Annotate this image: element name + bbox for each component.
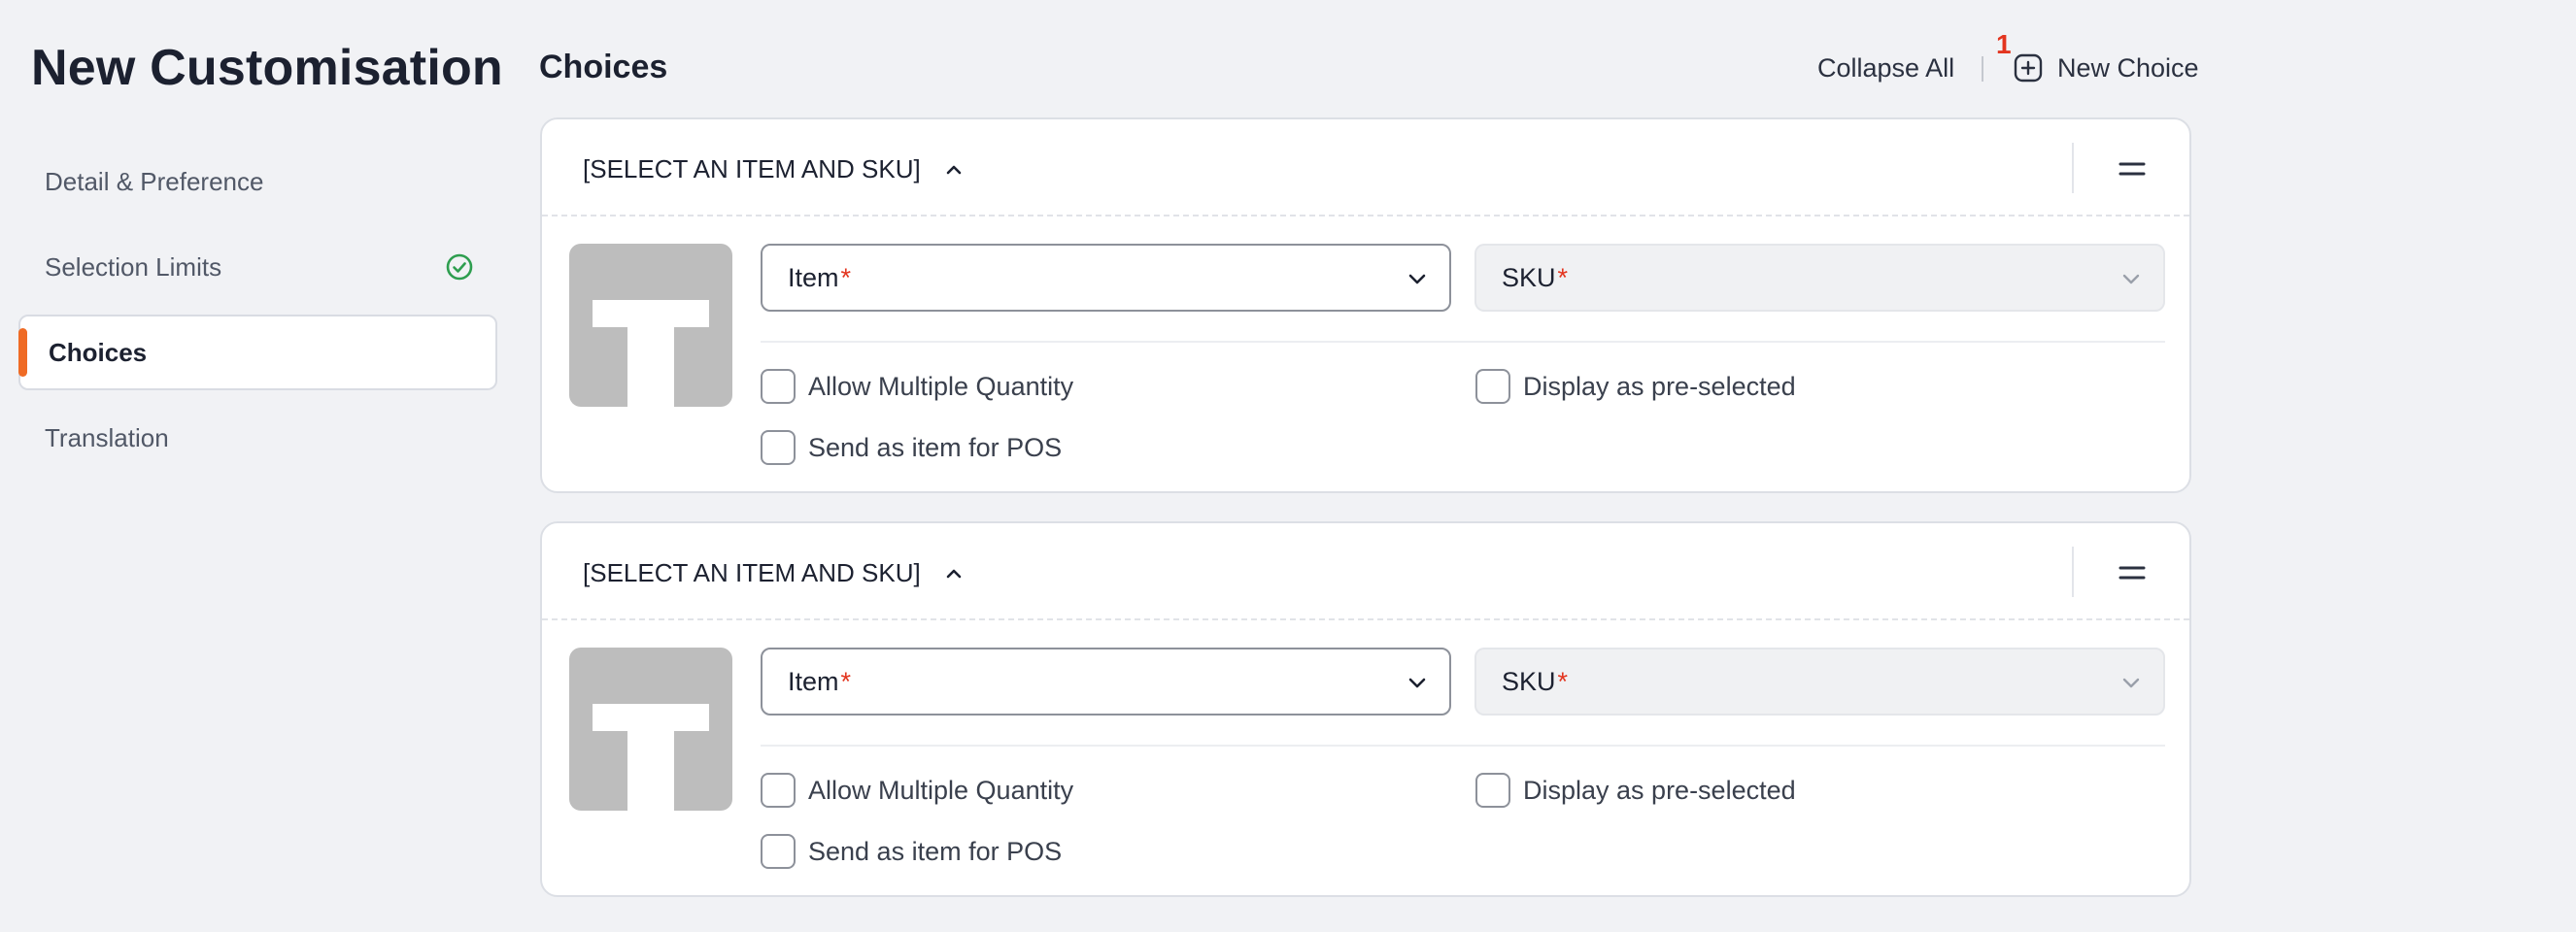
- sidebar: New Customisation Detail & Preference Se…: [0, 0, 515, 932]
- thumbnail-placeholder-icon: [593, 704, 709, 811]
- sku-select[interactable]: SKU *: [1474, 244, 2165, 312]
- sku-select-label: SKU: [1502, 262, 1556, 292]
- plus-square-icon: [2014, 53, 2043, 83]
- display-preselected-checkbox[interactable]: Display as pre-selected: [1475, 369, 1796, 404]
- chevron-down-icon: [2122, 274, 2140, 284]
- checkbox-label: Allow Multiple Quantity: [808, 775, 1074, 805]
- choice-card-header: [SELECT AN ITEM AND SKU]: [542, 119, 2189, 216]
- send-as-item-for-pos-checkbox[interactable]: Send as item for POS: [761, 834, 1062, 869]
- header-divider: [2072, 143, 2074, 193]
- checkbox-box[interactable]: [1475, 369, 1510, 404]
- checkbox-box[interactable]: [1475, 773, 1510, 808]
- required-mark: *: [1557, 666, 1569, 696]
- sidebar-item-label: Choices: [49, 337, 148, 367]
- collapse-all-button[interactable]: Collapse All: [1817, 53, 1954, 83]
- sidebar-item-translation[interactable]: Translation: [18, 400, 497, 476]
- section-title: Choices: [539, 49, 668, 85]
- sidebar-item-label: Detail & Preference: [45, 166, 264, 196]
- checkbox-label: Send as item for POS: [808, 432, 1063, 462]
- required-mark: *: [840, 666, 852, 696]
- sidebar-item-selection-limits[interactable]: Selection Limits: [18, 229, 497, 305]
- divider: [761, 341, 2165, 343]
- checkbox-box[interactable]: [761, 834, 796, 869]
- sidebar-item-label: Selection Limits: [45, 251, 222, 282]
- checkbox-label: Display as pre-selected: [1523, 371, 1796, 401]
- item-select-label: Item: [788, 262, 839, 292]
- thumbnail-placeholder-icon: [593, 300, 709, 407]
- sidebar-item-detail-preference[interactable]: Detail & Preference: [18, 144, 497, 219]
- item-select-label: Item: [788, 666, 839, 696]
- display-preselected-checkbox[interactable]: Display as pre-selected: [1475, 773, 1796, 808]
- header-divider: [1982, 56, 1983, 82]
- allow-multiple-quantity-checkbox[interactable]: Allow Multiple Quantity: [761, 369, 1073, 404]
- choice-title: [SELECT AN ITEM AND SKU]: [583, 154, 921, 183]
- choice-card: [SELECT AN ITEM AND SKU] Item * SKU * Allo…: [540, 117, 2191, 493]
- send-as-item-for-pos-checkbox[interactable]: Send as item for POS: [761, 430, 1062, 465]
- header-divider: [2072, 547, 2074, 597]
- divider: [761, 745, 2165, 747]
- sidebar-nav: Detail & Preference Selection Limits Cho…: [18, 144, 497, 485]
- item-select[interactable]: Item *: [761, 244, 1451, 312]
- choice-card: [SELECT AN ITEM AND SKU] Item * SKU * Allo…: [540, 521, 2191, 897]
- choice-card-header: [SELECT AN ITEM AND SKU]: [542, 523, 2189, 620]
- choice-title: [SELECT AN ITEM AND SKU]: [583, 558, 921, 587]
- item-thumbnail: [569, 648, 732, 811]
- annotation-marker: 1: [1996, 29, 2012, 59]
- sku-select-label: SKU: [1502, 666, 1556, 696]
- checkbox-box[interactable]: [761, 430, 796, 465]
- drag-handle-icon[interactable]: [2116, 556, 2149, 589]
- choice-collapse-toggle[interactable]: [SELECT AN ITEM AND SKU]: [583, 154, 966, 184]
- chevron-up-icon: [946, 165, 962, 174]
- chevron-down-icon: [2122, 678, 2140, 688]
- drag-handle-icon[interactable]: [2116, 152, 2149, 185]
- checkbox-label: Send as item for POS: [808, 836, 1063, 866]
- required-mark: *: [1557, 262, 1569, 292]
- new-choice-label: New Choice: [2057, 52, 2199, 83]
- page-title: New Customisation: [31, 40, 503, 96]
- sku-select[interactable]: SKU *: [1474, 648, 2165, 716]
- checkbox-label: Display as pre-selected: [1523, 775, 1796, 805]
- allow-multiple-quantity-checkbox[interactable]: Allow Multiple Quantity: [761, 773, 1073, 808]
- chevron-down-icon: [1408, 274, 1426, 284]
- chevron-up-icon: [946, 569, 962, 578]
- item-select[interactable]: Item *: [761, 648, 1451, 716]
- new-choice-button[interactable]: New Choice: [2013, 50, 2199, 85]
- checkbox-box[interactable]: [761, 773, 796, 808]
- choice-collapse-toggle[interactable]: [SELECT AN ITEM AND SKU]: [583, 558, 966, 588]
- checkbox-box[interactable]: [761, 369, 796, 404]
- check-circle-icon: [446, 253, 473, 281]
- sidebar-item-choices[interactable]: Choices: [18, 315, 497, 390]
- chevron-down-icon: [1408, 678, 1426, 688]
- required-mark: *: [840, 262, 852, 292]
- sidebar-item-label: Translation: [45, 422, 169, 452]
- checkbox-label: Allow Multiple Quantity: [808, 371, 1074, 401]
- item-thumbnail: [569, 244, 732, 407]
